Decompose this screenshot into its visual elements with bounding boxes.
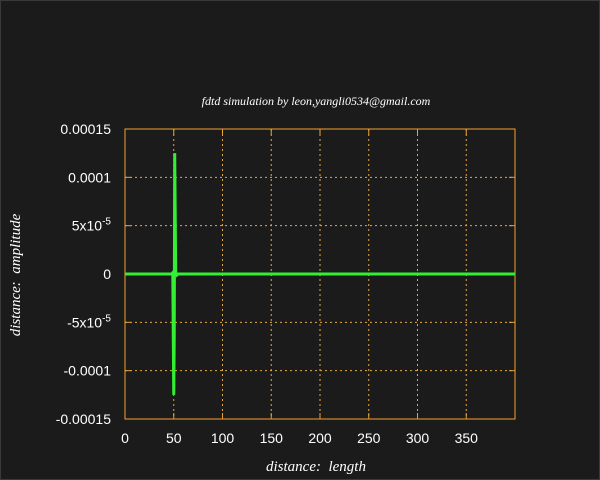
chart-title: fdtd simulation by leon,yangli0534@gmail… <box>202 94 431 108</box>
x-axis-title: distance: length <box>266 459 366 475</box>
y-tick-label: -0.0001 <box>64 363 112 379</box>
y-tick-label: 0.00015 <box>60 121 111 137</box>
y-tick-label-exponent: -5 <box>102 313 111 324</box>
y-tick-label-base: 0.0001 <box>68 169 111 185</box>
y-tick-label-base: -0.00015 <box>56 411 111 427</box>
y-tick-label-base: -5x10 <box>67 314 102 330</box>
x-tick-label: 100 <box>211 430 235 446</box>
y-axis-title: distance: amplitude <box>8 213 24 336</box>
x-tick-label: 50 <box>166 430 182 446</box>
fdtd-chart: fdtd simulation by leon,yangli0534@gmail… <box>8 94 516 475</box>
x-tick-label: 250 <box>357 430 381 446</box>
x-tick-label: 150 <box>260 430 284 446</box>
x-tick-label: 0 <box>121 430 129 446</box>
y-tick-label: 5x10-5 <box>72 217 112 234</box>
x-tick-label: 300 <box>406 430 430 446</box>
y-tick-label-exponent: -5 <box>102 217 111 228</box>
y-tick-label-base: 0.00015 <box>60 121 111 137</box>
y-tick-label: 0.0001 <box>68 169 111 185</box>
x-tick-label: 200 <box>308 430 332 446</box>
y-tick-label-base: 0 <box>103 266 111 282</box>
y-tick-label-base: 5x10 <box>72 218 103 234</box>
y-tick-label: 0 <box>103 266 111 282</box>
y-tick-label: -5x10-5 <box>67 313 111 330</box>
y-tick-label: -0.00015 <box>56 411 111 427</box>
x-tick-label: 350 <box>455 430 479 446</box>
y-tick-label-base: -0.0001 <box>64 363 112 379</box>
plot-window: fdtd simulation by leon,yangli0534@gmail… <box>0 0 600 480</box>
